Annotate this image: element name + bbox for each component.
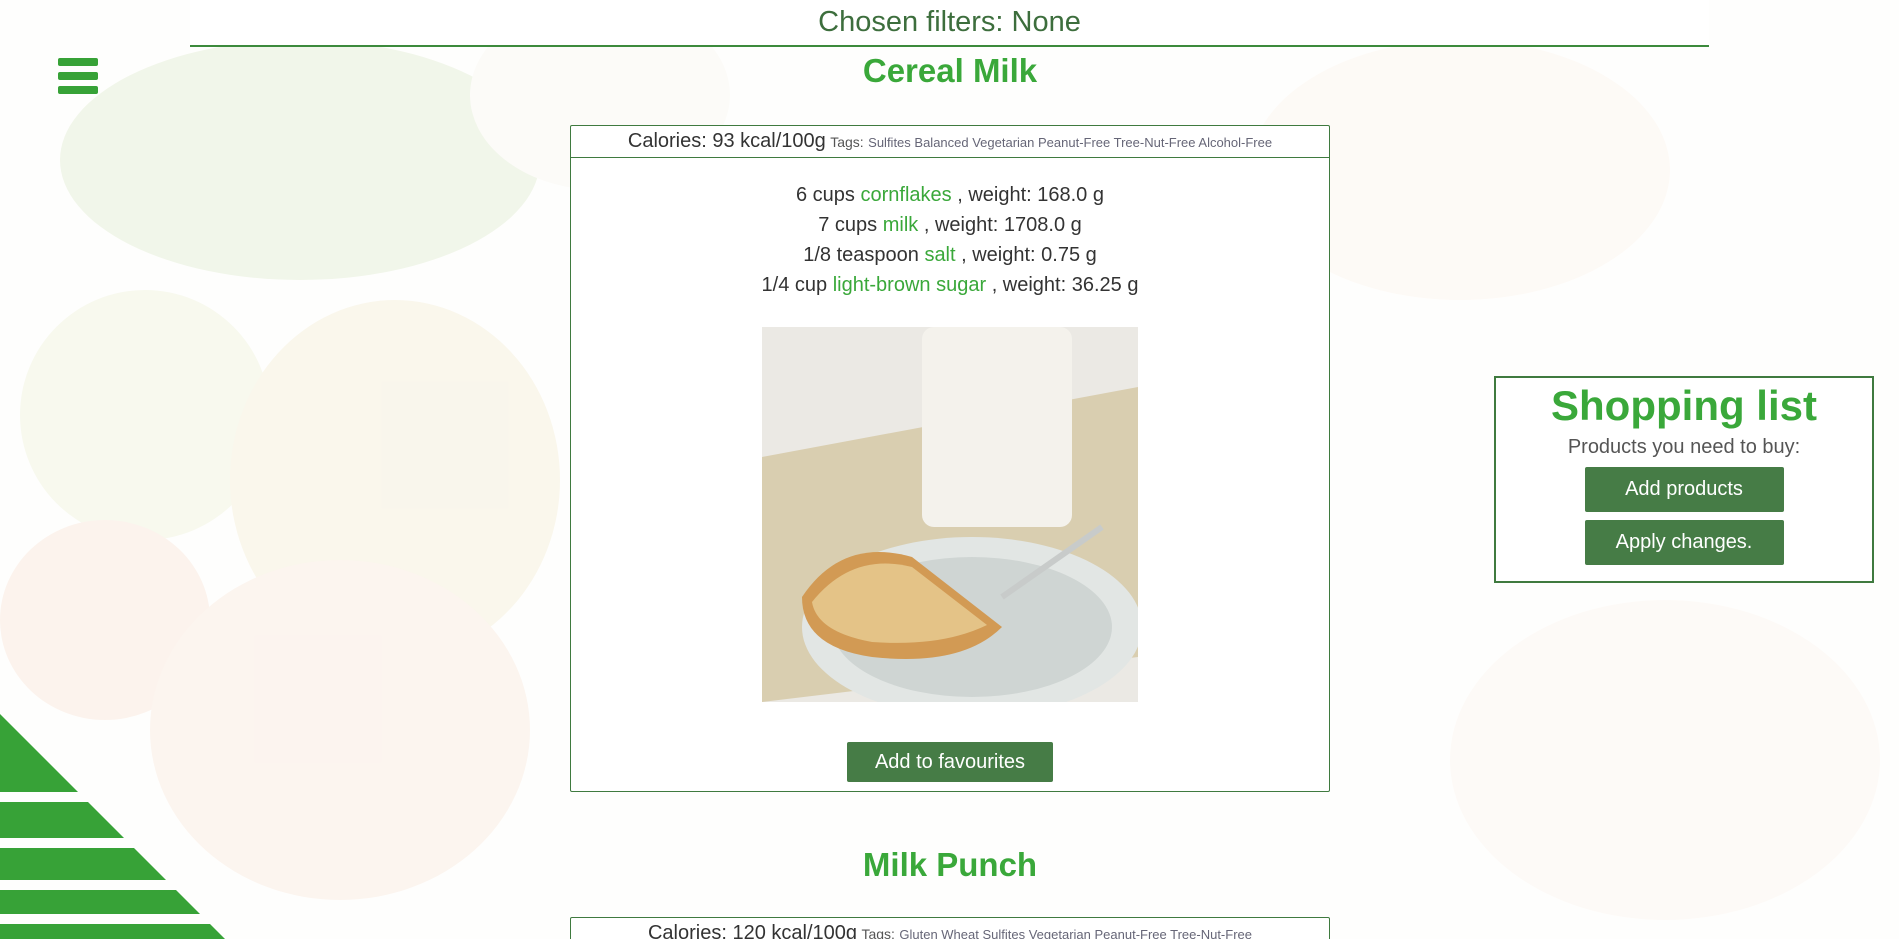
calories-label: Calories: 93 kcal/100g [627,130,826,152]
ingredient-weight: , weight: 0.75 g [961,244,1097,266]
recipe-card: Calories: 93 kcal/100g Tags: Sulfites Ba… [570,125,1330,792]
tags-list: Sulfites Balanced Vegetarian Peanut-Free… [868,135,1273,150]
filters-bar: Chosen filters: None [190,0,1709,47]
ingredient-list: 6 cups cornflakes , weight: 168.0 g 7 cu… [571,158,1329,300]
shopping-list-subtitle: Products you need to buy: [1567,436,1801,458]
menu-icon[interactable] [58,58,98,94]
chosen-filters-label: Chosen filters: None [818,6,1081,38]
recipe-title: Cereal Milk [862,52,1038,89]
ingredient-row: 7 cups milk , weight: 1708.0 g [571,210,1329,240]
ingredient-quantity: 1/8 teaspoon [803,244,919,266]
recipe-card-header: Calories: 93 kcal/100g Tags: Sulfites Ba… [571,126,1329,158]
ingredient-weight: , weight: 36.25 g [991,274,1139,296]
recipe-card-header: Calories: 120 kcal/100g Tags: Gluten Whe… [571,918,1329,939]
tags-list: Gluten Wheat Sulfites Vegetarian Peanut-… [899,927,1252,939]
calories-label: Calories: 120 kcal/100g [647,922,857,939]
ingredient-name-link[interactable]: milk [883,214,919,236]
ingredient-row: 1/4 cup light-brown sugar , weight: 36.2… [571,270,1329,300]
tags-label: Tags: [830,134,864,150]
ingredient-name-link[interactable]: light-brown sugar [833,274,986,296]
ingredient-quantity: 7 cups [818,214,878,236]
ingredient-weight: , weight: 1708.0 g [923,214,1082,236]
shopping-list-title: Shopping list [1551,382,1817,429]
recipe-photo [762,327,1138,702]
ingredient-weight: , weight: 168.0 g [957,184,1104,206]
ingredient-quantity: 1/4 cup [761,274,828,296]
ingredient-row: 1/8 teaspoon salt , weight: 0.75 g [571,240,1329,270]
apply-changes-button[interactable]: Apply changes. [1584,520,1784,565]
ingredient-quantity: 6 cups [796,184,855,206]
ingredient-name-link[interactable]: salt [924,244,955,266]
shopping-list-panel: Shopping list Products you need to buy: … [1494,376,1874,583]
tags-label: Tags: [861,926,895,939]
add-products-button[interactable]: Add products [1584,467,1784,512]
ingredient-name-link[interactable]: cornflakes [861,184,952,206]
recipe-card: Calories: 120 kcal/100g Tags: Gluten Whe… [570,917,1330,939]
add-to-favourites-button[interactable]: Add to favourites [847,742,1053,782]
ingredient-row: 6 cups cornflakes , weight: 168.0 g [571,180,1329,210]
recipe-title: Milk Punch [862,846,1038,883]
logo-stairs-icon [0,714,225,939]
